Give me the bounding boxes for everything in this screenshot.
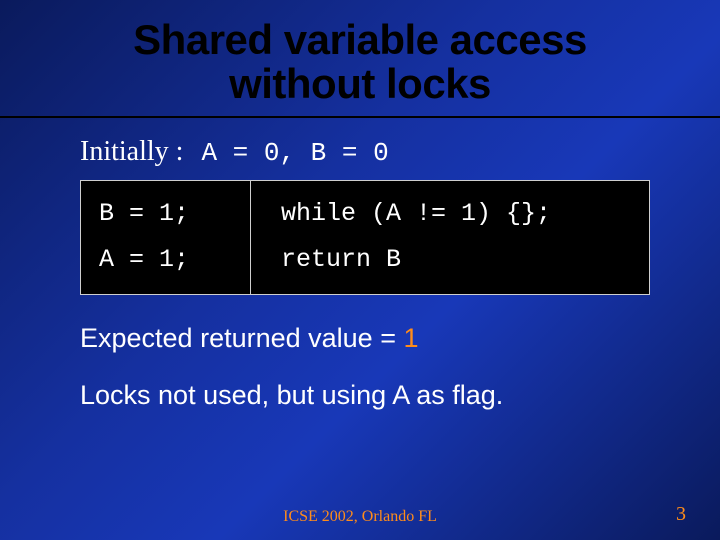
expected-line: Expected returned value = 1 [80, 323, 662, 354]
initial-code: A = 0, B = 0 [201, 138, 388, 168]
code-right-line-1: while (A != 1) {}; [281, 191, 641, 237]
initial-label: Initially : [80, 136, 183, 168]
expected-value: 1 [403, 323, 418, 353]
content-area: Initially : A = 0, B = 0 B = 1; A = 1; w… [40, 118, 680, 411]
footer-text: ICSE 2002, Orlando FL [0, 508, 720, 526]
title-line-2: without locks [229, 60, 491, 107]
slide: Shared variable access without locks Ini… [0, 0, 720, 540]
slide-title: Shared variable access without locks [40, 18, 680, 106]
title-line-1: Shared variable access [133, 16, 587, 63]
code-left-line-1: B = 1; [99, 191, 242, 237]
expected-prefix: Expected returned value = [80, 323, 403, 353]
code-box: B = 1; A = 1; while (A != 1) {}; return … [80, 180, 650, 295]
page-number: 3 [676, 503, 686, 526]
flag-line: Locks not used, but using A as flag. [80, 380, 662, 411]
code-left-line-2: A = 1; [99, 237, 242, 283]
code-col-right: while (A != 1) {}; return B [251, 181, 649, 294]
initial-row: Initially : A = 0, B = 0 [80, 136, 662, 168]
code-col-left: B = 1; A = 1; [81, 181, 251, 294]
code-right-line-2: return B [281, 237, 641, 283]
